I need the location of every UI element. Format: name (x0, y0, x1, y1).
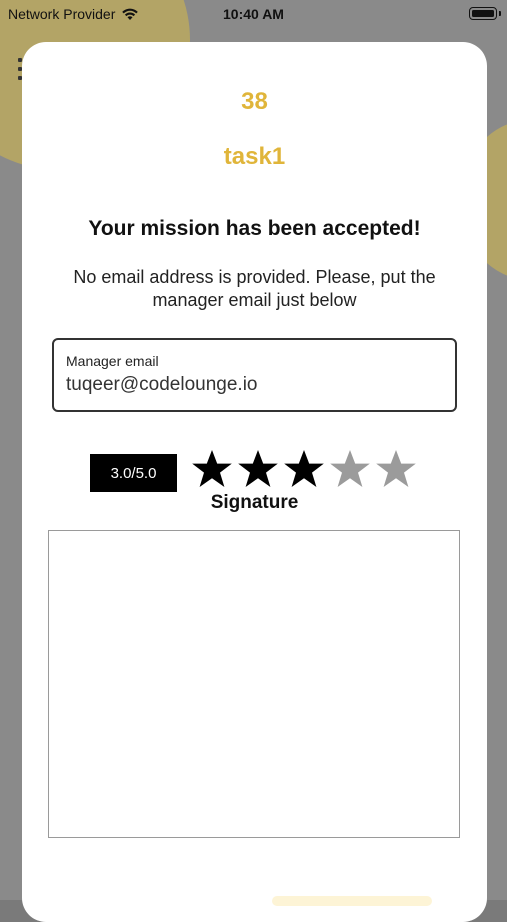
rating-badge: 3.0/5.0 (90, 454, 177, 492)
email-input[interactable]: tuqeer@codelounge.io (66, 374, 257, 396)
bottom-button-partial[interactable] (272, 896, 432, 906)
star-icon[interactable] (283, 448, 325, 490)
star-icon[interactable] (191, 448, 233, 490)
mission-modal: 38 task1 Your mission has been accepted!… (22, 42, 487, 922)
manager-email-field[interactable]: Manager email tuqeer@codelounge.io (52, 338, 457, 412)
star-icon[interactable] (375, 448, 417, 490)
accepted-heading: Your mission has been accepted! (88, 217, 421, 240)
star-icon[interactable] (237, 448, 279, 490)
signature-label: Signature (210, 492, 299, 513)
battery-nub (499, 11, 501, 16)
task-number: 38 (241, 88, 268, 115)
email-field-label: Manager email (66, 353, 159, 369)
info-text: No email address is provided. Please, pu… (73, 267, 436, 310)
status-time: 10:40 AM (223, 6, 284, 22)
battery-icon (469, 7, 497, 20)
star-rating[interactable] (191, 448, 417, 490)
status-bar: Network Provider 10:40 AM (0, 0, 507, 28)
signature-pad[interactable] (48, 530, 460, 838)
task-name: task1 (223, 143, 286, 170)
star-icon[interactable] (329, 448, 371, 490)
